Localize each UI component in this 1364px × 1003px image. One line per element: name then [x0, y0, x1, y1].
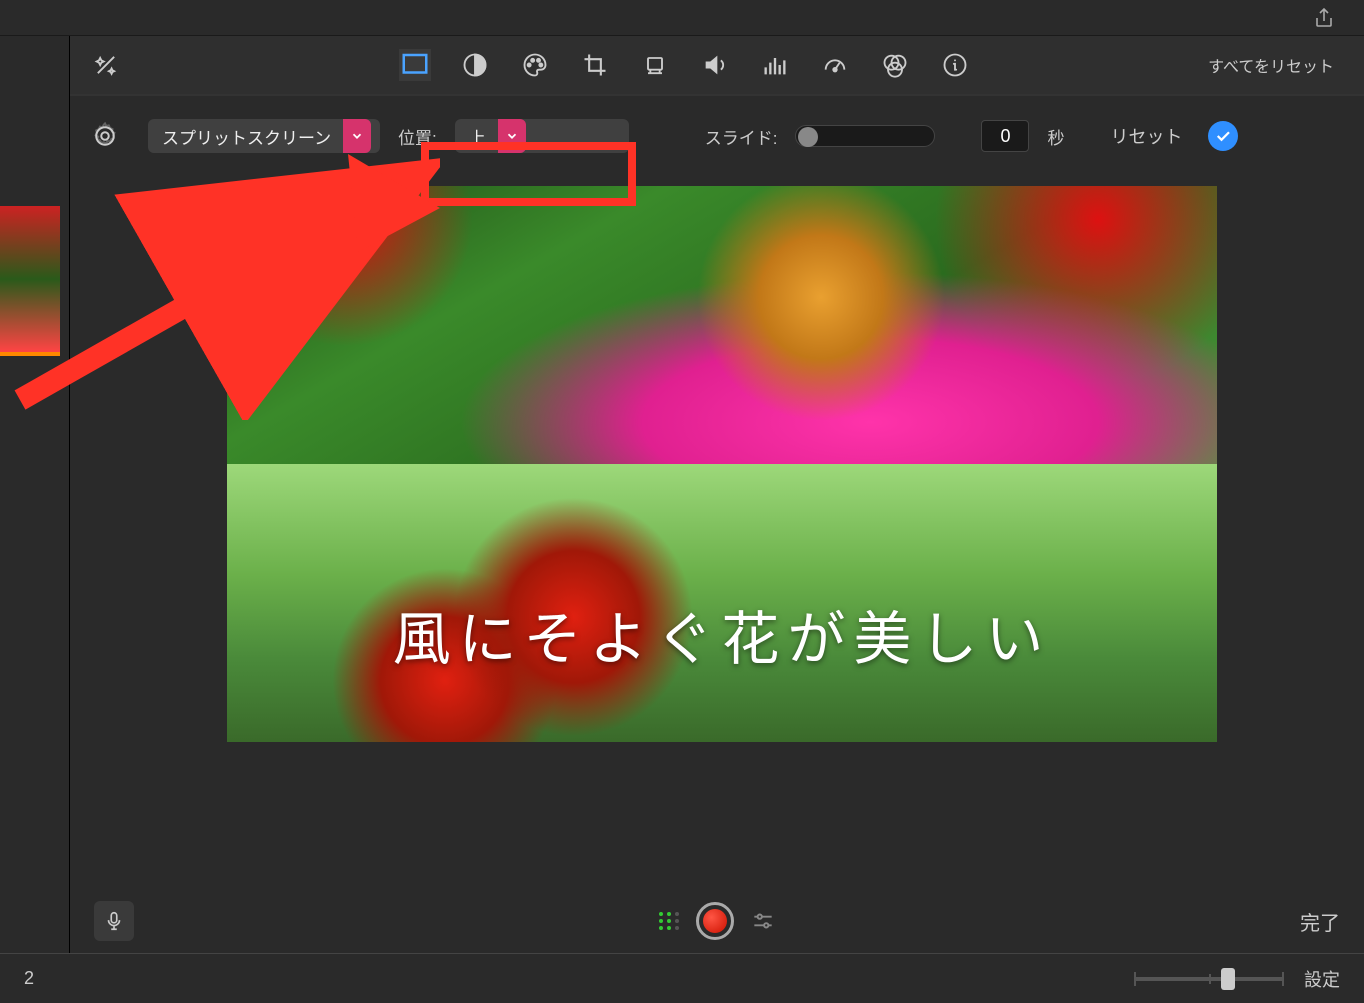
magic-wand-icon[interactable]	[90, 49, 122, 81]
overlay-tool[interactable]	[399, 49, 431, 81]
overlay-controls: スプリットスクリーン 位置: 上 スライド: 0 秒 リセ	[70, 96, 1364, 176]
seconds-label: 秒	[1047, 124, 1064, 149]
reset-all-button[interactable]: すべてをリセット	[1208, 53, 1334, 77]
sidebar	[0, 36, 70, 953]
footer-value: 2	[24, 968, 34, 989]
contrast-tool[interactable]	[459, 49, 491, 81]
main-area: すべてをリセット スプリットスクリーン 位置: 上	[0, 36, 1364, 953]
microphone-button[interactable]	[94, 901, 134, 941]
zoom-slider[interactable]	[1134, 977, 1284, 981]
position-dropdown[interactable]: 上	[455, 119, 629, 153]
slide-value-input[interactable]: 0	[981, 120, 1029, 152]
video-preview[interactable]: 風にそよぐ花が美しい	[227, 186, 1217, 742]
footer-bar: 2 設定	[0, 953, 1364, 1003]
stabilize-tool[interactable]	[639, 49, 671, 81]
preview-top-clip	[227, 186, 1217, 464]
titlebar	[0, 0, 1364, 36]
slider-knob[interactable]	[798, 127, 818, 147]
info-tool[interactable]	[939, 49, 971, 81]
slide-label: スライド:	[705, 124, 778, 149]
chevron-down-icon	[498, 119, 526, 153]
preview-caption: 風にそよぐ花が美しい	[227, 592, 1217, 676]
reset-button[interactable]: リセット	[1110, 123, 1182, 149]
crop-tool[interactable]	[579, 49, 611, 81]
apply-checkmark[interactable]	[1208, 121, 1238, 151]
speed-tool[interactable]	[819, 49, 851, 81]
countdown-dots	[659, 912, 680, 930]
filters-tool[interactable]	[879, 49, 911, 81]
zoom-knob[interactable]	[1221, 968, 1235, 990]
slide-slider[interactable]	[795, 125, 935, 147]
clip-thumbnail[interactable]	[0, 206, 60, 356]
record-button[interactable]	[696, 902, 734, 940]
preview-area: 風にそよぐ花が美しい	[70, 176, 1364, 889]
color-tool[interactable]	[519, 49, 551, 81]
done-button[interactable]: 完了	[1300, 907, 1340, 936]
position-label: 位置:	[398, 124, 437, 149]
settings-button[interactable]: 設定	[1304, 966, 1340, 992]
position-value: 上	[455, 124, 498, 149]
gear-icon[interactable]	[88, 119, 122, 153]
inspector-toolbar: すべてをリセット	[70, 36, 1364, 96]
equalizer-tool[interactable]	[759, 49, 791, 81]
split-screen-label: スプリットスクリーン	[148, 124, 343, 149]
preview-controls: 完了	[70, 889, 1364, 953]
chevron-down-icon	[343, 119, 371, 153]
split-screen-dropdown[interactable]: スプリットスクリーン	[148, 119, 380, 153]
inspector-panel: すべてをリセット スプリットスクリーン 位置: 上	[70, 36, 1364, 953]
volume-tool[interactable]	[699, 49, 731, 81]
share-icon[interactable]	[1312, 6, 1336, 30]
adjust-sliders-icon[interactable]	[750, 908, 776, 934]
